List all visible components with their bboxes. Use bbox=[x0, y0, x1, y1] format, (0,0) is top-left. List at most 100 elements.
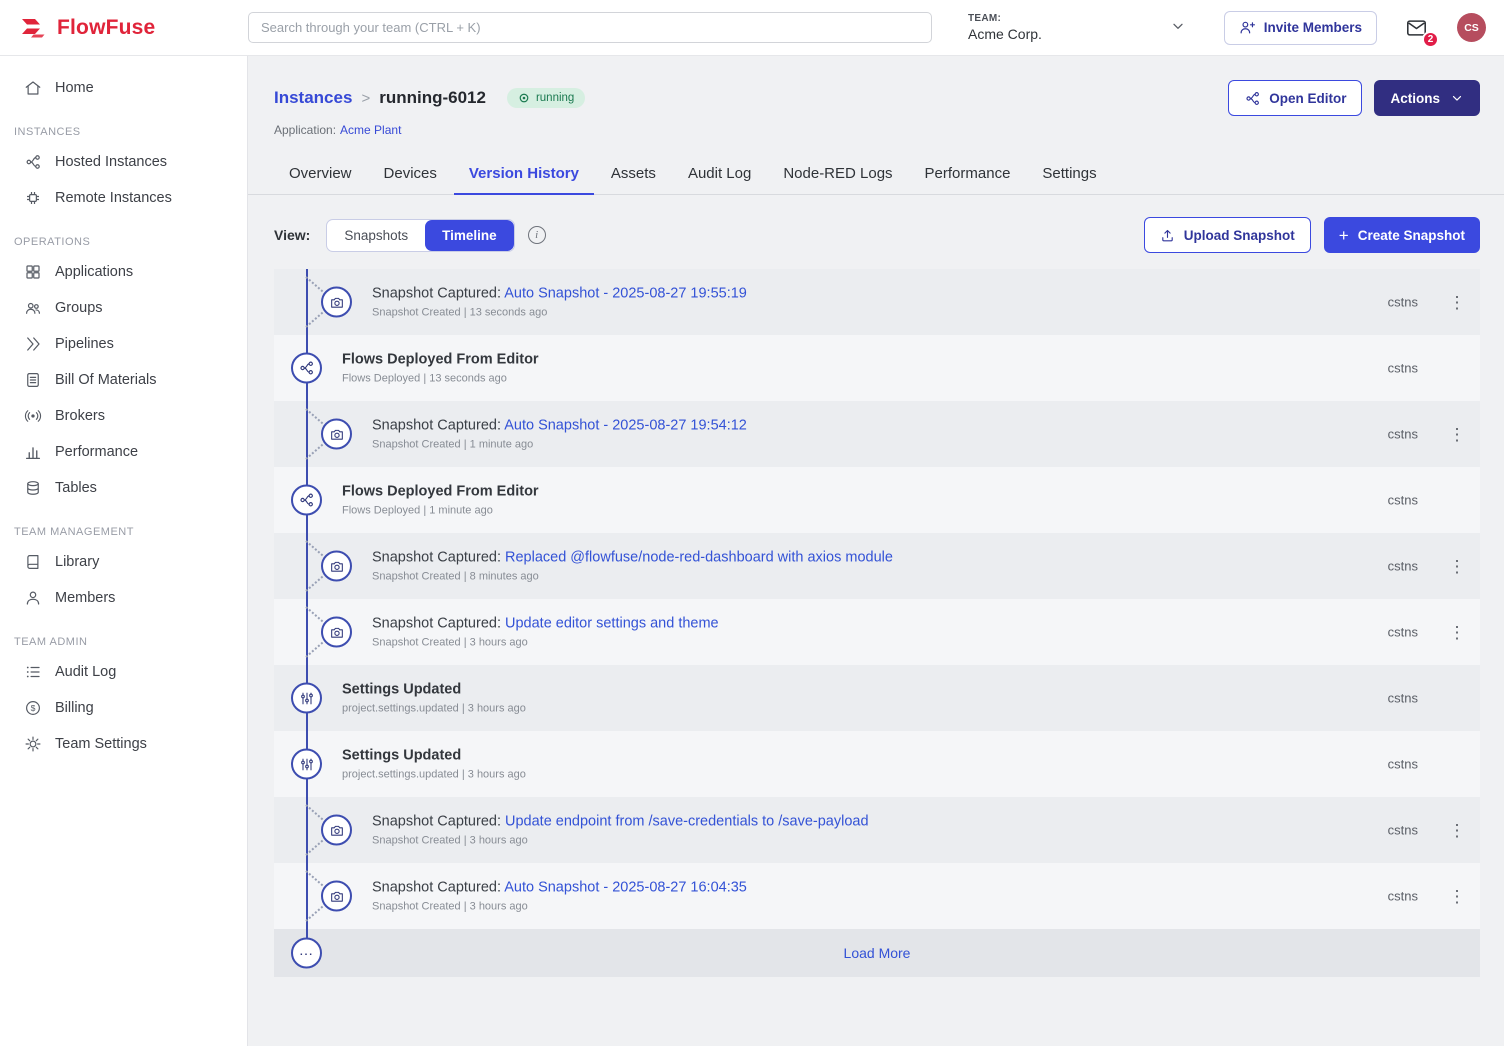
bill-of-materials-icon bbox=[24, 371, 42, 389]
tab-assets[interactable]: Assets bbox=[596, 155, 671, 195]
sidebar-item-groups[interactable]: Groups bbox=[0, 290, 247, 326]
row-menu-button[interactable]: ⋮ bbox=[1440, 285, 1474, 319]
tab-overview[interactable]: Overview bbox=[274, 155, 367, 195]
timeline-row: Flows Deployed From Editor Flows Deploye… bbox=[274, 335, 1480, 401]
sidebar-item-label: Tables bbox=[55, 480, 97, 496]
sidebar-item-pipelines[interactable]: Pipelines bbox=[0, 326, 247, 362]
main-content: Instances > running-6012 running Open Ed… bbox=[248, 56, 1504, 1046]
sidebar-item-team-settings[interactable]: Team Settings bbox=[0, 726, 247, 762]
row-user: cstns bbox=[1388, 823, 1418, 838]
audit-log-icon bbox=[24, 663, 42, 681]
pipelines-icon bbox=[24, 335, 42, 353]
flowfuse-logo[interactable]: FlowFuse bbox=[18, 16, 248, 40]
camera-icon bbox=[321, 815, 352, 846]
snapshot-link[interactable]: Auto Snapshot - 2025-08-27 19:55:19 bbox=[504, 286, 747, 302]
user-avatar[interactable]: CS bbox=[1457, 13, 1486, 42]
snapshot-link[interactable]: Update editor settings and theme bbox=[505, 616, 719, 632]
sidebar-nav: Home INSTANCES Hosted Instances Remote I… bbox=[0, 56, 248, 1046]
row-meta: Snapshot Created | 3 hours ago bbox=[372, 835, 869, 847]
sidebar-item-library[interactable]: Library bbox=[0, 544, 247, 580]
load-more-link[interactable]: Load More bbox=[274, 945, 1480, 961]
row-title: Flows Deployed From Editor bbox=[342, 352, 539, 368]
row-meta: Flows Deployed | 13 seconds ago bbox=[342, 373, 539, 385]
invite-members-button[interactable]: Invite Members bbox=[1224, 11, 1377, 45]
more-icon: ⋯ bbox=[291, 938, 322, 969]
open-editor-label: Open Editor bbox=[1269, 91, 1346, 106]
snapshot-link[interactable]: Update endpoint from /save-credentials t… bbox=[505, 814, 869, 830]
row-meta: Snapshot Created | 8 minutes ago bbox=[372, 571, 893, 583]
row-title-prefix: Snapshot Captured: bbox=[372, 286, 504, 302]
timeline-load-more-row: ⋯ Load More bbox=[274, 929, 1480, 977]
sidebar-section-operations: OPERATIONS bbox=[0, 216, 247, 254]
sidebar-item-brokers[interactable]: Brokers bbox=[0, 398, 247, 434]
search-input[interactable] bbox=[248, 12, 932, 43]
timeline-row: Flows Deployed From Editor Flows Deploye… bbox=[274, 467, 1480, 533]
row-menu-button[interactable]: ⋮ bbox=[1440, 417, 1474, 451]
tab-node-red-logs[interactable]: Node-RED Logs bbox=[768, 155, 907, 195]
view-timeline-option[interactable]: Timeline bbox=[425, 220, 514, 251]
invite-members-label: Invite Members bbox=[1264, 20, 1362, 35]
sidebar-item-performance[interactable]: Performance bbox=[0, 434, 247, 470]
tab-devices[interactable]: Devices bbox=[369, 155, 452, 195]
sidebar-item-label: Pipelines bbox=[55, 336, 114, 352]
applications-icon bbox=[24, 263, 42, 281]
row-menu-button[interactable]: ⋮ bbox=[1440, 615, 1474, 649]
sidebar-item-remote-instances[interactable]: Remote Instances bbox=[0, 180, 247, 216]
row-menu-button[interactable]: ⋮ bbox=[1440, 549, 1474, 583]
view-label: View: bbox=[274, 227, 310, 243]
sidebar-item-home[interactable]: Home bbox=[0, 70, 247, 106]
snapshot-link[interactable]: Auto Snapshot - 2025-08-27 19:54:12 bbox=[504, 418, 747, 434]
sidebar-item-audit-log[interactable]: Audit Log bbox=[0, 654, 247, 690]
sidebar-item-hosted-instances[interactable]: Hosted Instances bbox=[0, 144, 247, 180]
timeline-row: Snapshot Captured: Update editor setting… bbox=[274, 599, 1480, 665]
view-toggle: Snapshots Timeline bbox=[326, 219, 514, 252]
row-meta: Snapshot Created | 1 minute ago bbox=[372, 439, 747, 451]
camera-icon bbox=[321, 617, 352, 648]
sidebar-item-bill-of-materials[interactable]: Bill Of Materials bbox=[0, 362, 247, 398]
snapshot-link[interactable]: Replaced @flowfuse/node-red-dashboard wi… bbox=[505, 550, 893, 566]
row-meta: project.settings.updated | 3 hours ago bbox=[342, 703, 526, 715]
row-meta: Snapshot Created | 3 hours ago bbox=[372, 637, 719, 649]
sidebar-item-label: Bill Of Materials bbox=[55, 372, 157, 388]
status-badge-label: running bbox=[536, 92, 574, 104]
sidebar-item-members[interactable]: Members bbox=[0, 580, 247, 616]
sidebar-item-tables[interactable]: Tables bbox=[0, 470, 247, 506]
row-user: cstns bbox=[1388, 757, 1418, 772]
sidebar-item-label: Billing bbox=[55, 700, 94, 716]
settings-updated-icon bbox=[291, 749, 322, 780]
tab-version-history[interactable]: Version History bbox=[454, 155, 594, 195]
info-icon[interactable]: i bbox=[528, 226, 546, 244]
row-title: Flows Deployed From Editor bbox=[342, 484, 539, 500]
timeline-row: Snapshot Captured: Update endpoint from … bbox=[274, 797, 1480, 863]
instance-tabs: Overview Devices Version History Assets … bbox=[248, 155, 1504, 195]
sidebar-item-label: Brokers bbox=[55, 408, 105, 424]
tab-settings[interactable]: Settings bbox=[1027, 155, 1111, 195]
upload-snapshot-label: Upload Snapshot bbox=[1184, 228, 1295, 243]
camera-icon bbox=[321, 551, 352, 582]
actions-button[interactable]: Actions bbox=[1374, 80, 1480, 116]
open-editor-button[interactable]: Open Editor bbox=[1228, 80, 1362, 116]
create-snapshot-button[interactable]: + Create Snapshot bbox=[1324, 217, 1480, 253]
sidebar-item-applications[interactable]: Applications bbox=[0, 254, 247, 290]
row-menu-button[interactable]: ⋮ bbox=[1440, 879, 1474, 913]
upload-snapshot-button[interactable]: Upload Snapshot bbox=[1144, 217, 1311, 253]
tab-audit-log[interactable]: Audit Log bbox=[673, 155, 766, 195]
row-user: cstns bbox=[1388, 559, 1418, 574]
groups-icon bbox=[24, 299, 42, 317]
application-label: Application: bbox=[274, 123, 336, 137]
row-user: cstns bbox=[1388, 427, 1418, 442]
sidebar-item-billing[interactable]: Billing bbox=[0, 690, 247, 726]
running-status-icon bbox=[518, 92, 530, 104]
breadcrumb: Instances > running-6012 running Open Ed… bbox=[274, 80, 1480, 116]
notifications-button[interactable]: 2 bbox=[1403, 17, 1431, 39]
view-snapshots-option[interactable]: Snapshots bbox=[327, 220, 425, 251]
timeline-row: Settings Updated project.settings.update… bbox=[274, 731, 1480, 797]
tables-icon bbox=[24, 479, 42, 497]
application-link[interactable]: Acme Plant bbox=[340, 123, 401, 137]
team-selector[interactable]: TEAM: Acme Corp. bbox=[968, 13, 1186, 42]
breadcrumb-instances-link[interactable]: Instances bbox=[274, 88, 352, 108]
row-menu-button[interactable]: ⋮ bbox=[1440, 813, 1474, 847]
snapshot-link[interactable]: Auto Snapshot - 2025-08-27 16:04:35 bbox=[504, 880, 747, 896]
camera-icon bbox=[321, 419, 352, 450]
tab-performance[interactable]: Performance bbox=[910, 155, 1026, 195]
